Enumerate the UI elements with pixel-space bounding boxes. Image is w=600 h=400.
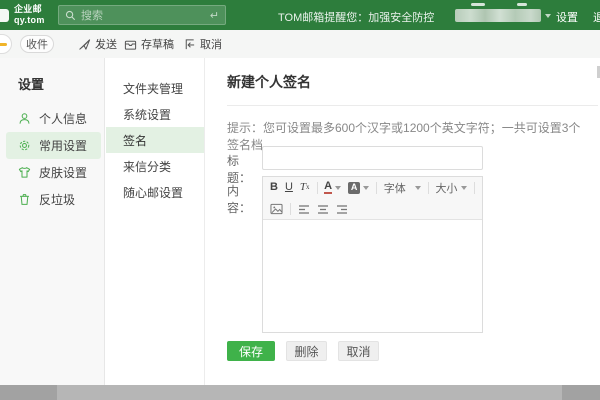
align-center-icon[interactable] [317,204,329,215]
subnav-item-incoming-classification[interactable]: 来信分类 [106,153,204,179]
toolbar-divider [290,203,291,215]
tshirt-icon [18,167,31,178]
cancel-button-toolbar[interactable]: 取消 [183,30,222,58]
delete-button[interactable]: 删除 [286,341,327,361]
sidebar-title: 设置 [18,77,45,92]
toolbar-divider [376,181,377,194]
account-email-redacted[interactable] [455,9,541,22]
signature-panel: 新建个人签名 提示：您可设置最多600个汉字或1200个英文字符；一共可设置3个… [205,58,600,385]
toolbar-divider [316,181,318,194]
editor-toolbar-row1: B U Tx A A 字体 大小 [263,177,482,198]
rich-text-editor: B U Tx A A 字体 大小 [262,176,483,333]
cancel-button[interactable]: 取消 [338,341,379,361]
subnav-item-label: 签名 [123,133,148,148]
receive-mail-button[interactable]: 收件 [20,35,54,53]
compose-icon-partial [0,43,7,46]
settings-sidebar: 设置 个人信息 常用设置 皮肤设置 反垃圾 [0,58,105,385]
subnav-item-label: 来信分类 [123,159,172,174]
cancel-arrow-icon [185,38,195,49]
align-right-icon[interactable] [336,204,348,215]
font-size-dropdown[interactable]: 大小 [435,180,468,196]
subnav-item-folder-management[interactable]: 文件夹管理 [106,75,204,101]
sidebar-item-skin-settings[interactable]: 皮肤设置 [6,159,101,186]
editor-toolbar-row2 [263,198,482,219]
subnav-item-signature[interactable]: 签名 [106,127,204,153]
subnav-item-label: 随心邮设置 [123,185,184,200]
toolbar-divider [474,181,475,194]
header-bar: 企业邮 qy.tom 搜索 ↵ TOM邮箱提醒您：加强安全防控 设置 退出 [0,0,600,30]
draft-icon [124,40,137,50]
sidebar-item-label: 皮肤设置 [39,166,88,180]
sidebar-item-personal-info[interactable]: 个人信息 [6,105,101,132]
editor-content[interactable] [263,219,482,332]
remove-format-button[interactable]: Tx [300,182,310,193]
horizontal-scrollbar-thumb[interactable] [57,385,562,400]
text-color-icon: A [324,180,333,194]
save-button[interactable]: 保存 [227,341,275,361]
gear-icon [19,140,30,151]
subnav-item-system-settings[interactable]: 系统设置 [106,101,204,127]
compose-button-partial[interactable] [0,34,12,54]
search-box[interactable]: 搜索 ↵ [58,5,226,25]
brand-logo[interactable]: 企业邮 qy.tom [14,4,45,26]
content-field-label: 内容： [227,184,252,215]
bold-button[interactable]: B [270,182,278,193]
font-family-dropdown[interactable]: 字体 [384,180,421,196]
chevron-down-icon [414,185,421,190]
underline-button[interactable]: U [285,182,293,193]
subnav-item-label: 系统设置 [123,107,172,122]
mail-settings-window: 企业邮 qy.tom 搜索 ↵ TOM邮箱提醒您：加强安全防控 设置 退出 收件 [0,0,600,400]
send-icon [79,38,91,50]
content-field-row: 内容： B U Tx A A 字体 大小 [227,176,483,333]
security-notice: TOM邮箱提醒您：加强安全防控 [278,12,435,24]
chevron-down-icon [363,185,370,190]
settings-subnav: 文件夹管理 系统设置 签名 来信分类 随心邮设置 [106,58,205,385]
trash-icon [20,194,29,205]
account-dropdown-caret-icon[interactable] [545,14,551,18]
signature-title-input[interactable] [262,146,483,170]
brand-line1: 企业邮 [14,4,42,14]
subnav-item-label: 文件夹管理 [123,81,184,96]
logo-mark-partial [0,9,9,22]
content-area: 设置 个人信息 常用设置 皮肤设置 反垃圾 文件夹管理 系统设置 签名 来信分类… [0,58,600,385]
send-button[interactable]: 发送 [78,30,117,58]
page-title: 新建个人签名 [227,72,598,106]
send-label: 发送 [95,39,117,51]
font-size-label: 大小 [435,182,458,195]
background-color-button[interactable]: A [348,181,370,194]
remove-format-sub: x [306,183,310,191]
sidebar-item-label: 反垃圾 [39,193,76,207]
cancel-label: 取消 [200,39,222,51]
subnav-item-suixin-mail-settings[interactable]: 随心邮设置 [106,179,204,205]
enter-icon: ↵ [209,9,219,22]
chevron-down-icon [335,185,342,190]
search-input[interactable]: 搜索 [81,7,210,23]
toolbar-divider [427,181,429,194]
search-icon [65,10,76,20]
header-logout-link-clipped[interactable]: 退出 [593,9,600,25]
sidebar-item-label: 个人信息 [39,112,88,126]
text-color-button[interactable]: A [324,180,342,194]
user-icon [19,113,30,124]
redaction-artifact [471,3,485,6]
align-left-icon[interactable] [298,204,310,215]
background-color-icon: A [348,181,361,194]
sidebar-item-label: 常用设置 [39,139,88,153]
save-draft-label: 存草稿 [141,39,174,51]
save-draft-button[interactable]: 存草稿 [124,30,174,58]
insert-image-button[interactable] [270,203,283,215]
sidebar-item-common-settings[interactable]: 常用设置 [6,132,101,159]
chevron-down-icon [461,185,468,190]
brand-line2: qy.tom [14,15,45,25]
font-family-label: 字体 [383,182,406,195]
header-settings-link[interactable]: 设置 [556,9,578,25]
action-toolbar: 收件 发送 存草稿 取消 [0,30,600,58]
redaction-artifact [517,3,527,6]
horizontal-scrollbar[interactable] [0,385,600,400]
sidebar-item-anti-spam[interactable]: 反垃圾 [6,186,101,213]
form-actions: 保存 删除 取消 [227,341,379,361]
